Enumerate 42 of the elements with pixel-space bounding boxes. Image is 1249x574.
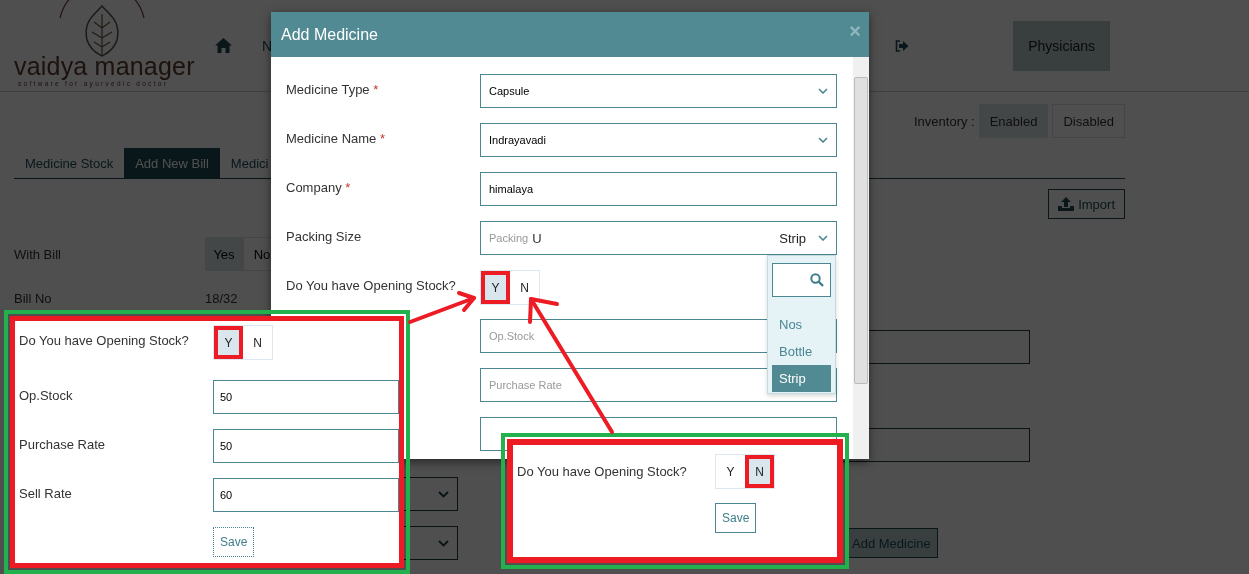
scrollbar[interactable] bbox=[853, 57, 869, 459]
chevron-down-icon bbox=[438, 490, 449, 498]
toggle-option[interactable]: Y bbox=[214, 326, 243, 359]
chevron-down-icon bbox=[438, 539, 449, 547]
field-label: Packing Size bbox=[286, 229, 362, 244]
field-label: Medicine Name * bbox=[286, 131, 385, 146]
input-field[interactable]: 50 bbox=[213, 429, 399, 463]
dropdown-option[interactable]: Strip bbox=[772, 365, 831, 392]
modal-title: Add Medicine bbox=[281, 25, 378, 44]
chevron-down-icon bbox=[818, 137, 828, 143]
field-label: Purchase Rate bbox=[19, 436, 106, 452]
upload-icon bbox=[1058, 197, 1075, 211]
logo-wordmark: vaidya manager bbox=[14, 52, 195, 81]
inventory-label: Inventory : bbox=[914, 113, 975, 129]
input-field[interactable]: 60 bbox=[213, 478, 399, 512]
arrow bbox=[408, 291, 476, 324]
input-field[interactable]: himalaya bbox=[480, 172, 837, 206]
toggle-option[interactable]: Y bbox=[481, 271, 510, 304]
field-label: With Bill bbox=[14, 246, 62, 262]
field-label: Op.Stock bbox=[19, 387, 74, 403]
toggle-option[interactable]: N bbox=[745, 455, 774, 488]
input-field[interactable]: 50 bbox=[213, 380, 399, 414]
chevron-down-icon bbox=[818, 88, 828, 94]
field-label: Company * bbox=[286, 180, 351, 195]
search-field[interactable] bbox=[772, 263, 831, 297]
select-field[interactable]: Capsule bbox=[480, 74, 837, 108]
home-icon[interactable] bbox=[215, 38, 232, 53]
search-icon bbox=[810, 273, 824, 287]
field-label: Do You have Opening Stock? bbox=[286, 278, 456, 293]
save-button[interactable]: Save bbox=[715, 503, 757, 533]
field-label: Do You have Opening Stock? bbox=[517, 463, 688, 479]
field-label: Do You have Opening Stock? bbox=[19, 332, 190, 348]
bill-number: 18/32 bbox=[205, 291, 238, 306]
field-label: Bill No bbox=[14, 291, 53, 306]
select-field[interactable]: Indrayavadi bbox=[480, 123, 837, 157]
save-button[interactable]: Save bbox=[213, 527, 255, 557]
logout-icon[interactable] bbox=[895, 39, 910, 52]
field-label: Sell Rate bbox=[19, 485, 73, 501]
packing-size-field[interactable]: Packing U Strip bbox=[480, 221, 837, 255]
field-label: Medicine Type * bbox=[286, 82, 379, 97]
leaf-logo-icon bbox=[57, 0, 147, 58]
chevron-down-icon bbox=[818, 235, 828, 241]
